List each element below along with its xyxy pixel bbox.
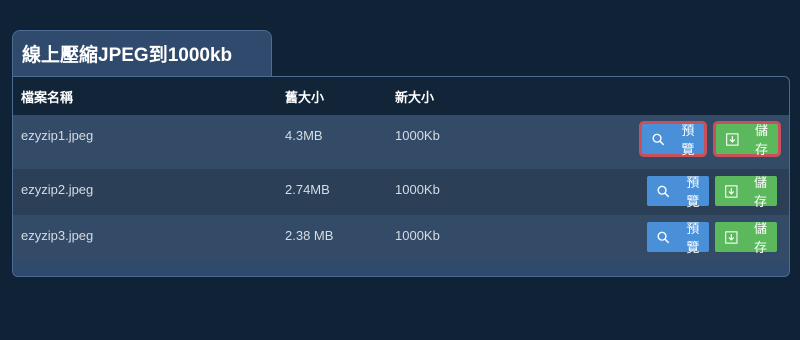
old-size: 2.38 MB	[277, 215, 387, 261]
row-actions: 預覽 儲存	[507, 169, 789, 215]
search-icon	[657, 185, 670, 197]
save-button-label: 儲存	[753, 175, 767, 209]
preview-button-label: 預覽	[686, 175, 700, 209]
table-row: ezyzip3.jpeg 2.38 MB 1000Kb 預覽 儲存	[13, 215, 789, 261]
preview-button-label: 預覽	[681, 123, 695, 157]
new-size: 1000Kb	[387, 215, 507, 261]
preview-button[interactable]: 預覽	[642, 123, 705, 157]
search-icon	[652, 133, 665, 145]
page-title: 線上壓縮JPEG到1000kb	[22, 45, 233, 66]
search-icon	[657, 231, 670, 243]
file-list-panel: 檔案名稱 舊大小 新大小 ezyzip1.jpeg 4.3MB 1000Kb 預…	[12, 76, 790, 277]
table-row: ezyzip2.jpeg 2.74MB 1000Kb 預覽 儲存	[13, 169, 789, 215]
old-size: 2.74MB	[277, 169, 387, 215]
panel-footer	[13, 261, 789, 276]
table-header-row: 檔案名稱 舊大小 新大小	[13, 77, 789, 115]
download-icon	[726, 132, 739, 146]
save-button[interactable]: 儲存	[715, 221, 777, 255]
file-name: ezyzip2.jpeg	[13, 169, 277, 215]
table-row: ezyzip1.jpeg 4.3MB 1000Kb 預覽 儲存	[13, 115, 789, 169]
column-header-actions	[507, 77, 789, 115]
column-header-filename: 檔案名稱	[13, 77, 277, 115]
save-button-label: 儲存	[753, 221, 767, 255]
preview-button[interactable]: 預覽	[647, 221, 710, 255]
page-title-tab: 線上壓縮JPEG到1000kb	[12, 30, 272, 76]
save-button-label: 儲存	[754, 123, 768, 157]
old-size: 4.3MB	[277, 115, 387, 169]
row-actions: 預覽 儲存	[507, 115, 789, 169]
new-size: 1000Kb	[387, 115, 507, 169]
column-header-old-size: 舊大小	[277, 77, 387, 115]
row-actions: 預覽 儲存	[507, 215, 789, 261]
preview-button-label: 預覽	[686, 221, 700, 255]
file-table: 檔案名稱 舊大小 新大小 ezyzip1.jpeg 4.3MB 1000Kb 預…	[13, 77, 789, 261]
download-icon	[725, 230, 738, 244]
new-size: 1000Kb	[387, 169, 507, 215]
file-name: ezyzip3.jpeg	[13, 215, 277, 261]
column-header-new-size: 新大小	[387, 77, 507, 115]
preview-button[interactable]: 預覽	[647, 175, 710, 209]
save-button[interactable]: 儲存	[715, 175, 777, 209]
download-icon	[725, 184, 738, 198]
save-button[interactable]: 儲存	[716, 123, 778, 157]
file-name: ezyzip1.jpeg	[13, 115, 277, 169]
